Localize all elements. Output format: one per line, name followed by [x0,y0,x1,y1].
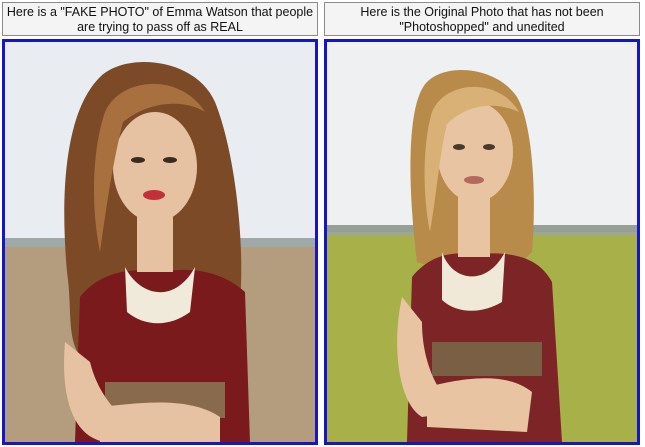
crossed-arm [427,378,532,432]
original-photo-panel: Here is the Original Photo that has not … [324,0,642,447]
original-photo-image [327,42,637,442]
fake-photo-panel: Here is a "FAKE PHOTO" of Emma Watson th… [2,0,320,447]
original-photo-frame [324,39,640,445]
left-eye [453,144,465,150]
original-photo-caption: Here is the Original Photo that has not … [324,2,640,36]
right-eye [483,144,495,150]
fake-photo-caption: Here is a "FAKE PHOTO" of Emma Watson th… [2,2,318,36]
fake-photo-frame [2,39,318,445]
left-eye [131,157,145,163]
face [113,112,197,222]
crossed-arm [100,402,220,442]
lips [464,176,484,184]
belt [432,342,542,376]
neck [458,197,490,257]
fake-photo-image [5,42,315,442]
right-eye [163,157,177,163]
lips [143,190,165,200]
